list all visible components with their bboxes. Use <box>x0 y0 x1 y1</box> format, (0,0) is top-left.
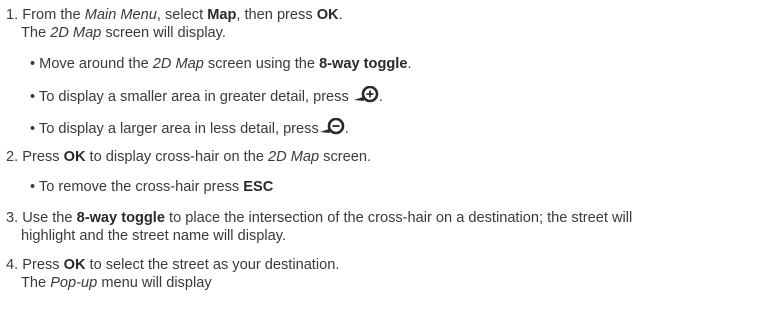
esc-ref: ESC <box>243 179 274 195</box>
step-1: 1. From the Main Menu, select Map, then … <box>6 7 343 23</box>
step-3-continuation: highlight and the street name will displ… <box>21 228 286 244</box>
main-menu-ref: Main Menu <box>84 7 157 23</box>
toggle-ref: 8-way toggle <box>319 56 408 72</box>
step-2: 2. Press OK to display cross-hair on the… <box>6 149 372 165</box>
step-4-note: The Pop-up menu will display <box>21 275 212 291</box>
step-number: 2. <box>6 149 19 165</box>
step-number: 4. <box>6 257 19 273</box>
bullet-zoom-in: • To display a smaller area in greater d… <box>30 86 383 106</box>
bullet-remove-crosshair: • To remove the cross-hair press ESC <box>30 179 274 195</box>
zoom-in-icon <box>353 86 379 103</box>
2d-map-ref: 2D Map <box>50 25 102 41</box>
step-4: 4. Press OK to select the street as your… <box>6 257 340 273</box>
step-number: 3. <box>6 210 19 226</box>
step-3: 3. Use the 8-way toggle to place the int… <box>6 210 633 226</box>
map-ref: Map <box>207 7 237 23</box>
bullet-move: • Move around the 2D Map screen using th… <box>30 56 412 72</box>
ok-ref: OK <box>316 7 339 23</box>
step-number: 1. <box>6 7 19 23</box>
zoom-out-icon <box>319 118 345 135</box>
step-1-note: The 2D Map screen will display. <box>21 25 226 41</box>
bullet-zoom-out: • To display a larger area in less detai… <box>30 118 349 138</box>
popup-ref: Pop-up <box>50 275 98 291</box>
